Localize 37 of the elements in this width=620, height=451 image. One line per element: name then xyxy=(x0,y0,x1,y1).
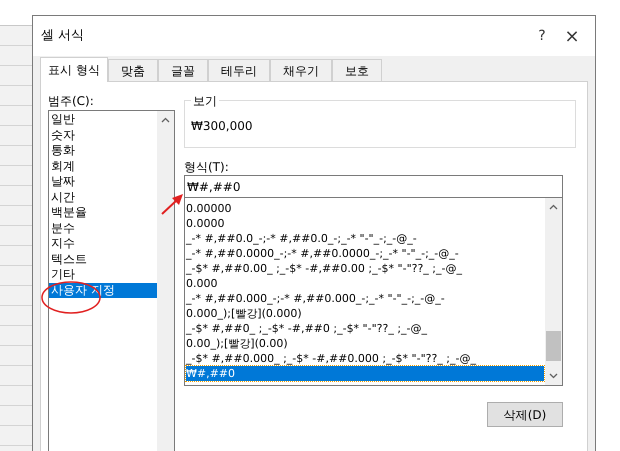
category-item[interactable]: 숫자 xyxy=(49,128,157,143)
category-item[interactable]: 지수 xyxy=(49,236,157,252)
format-label: 형식(T): xyxy=(184,159,230,175)
category-item[interactable]: 날짜 xyxy=(49,174,157,190)
category-item[interactable]: 회계 xyxy=(49,158,157,174)
format-item[interactable]: _-$* #,##0.000_ ;_-$* -#,##0.000 ;_-$* "-"??_ ;_-@_ xyxy=(186,351,544,366)
format-item[interactable]: 0.0000 xyxy=(186,216,544,231)
tab[interactable]: 글꼴 xyxy=(158,59,208,81)
close-button[interactable]: × xyxy=(557,22,587,50)
preview-value: ₩300,000 xyxy=(191,118,252,135)
format-item[interactable]: 0.000 xyxy=(186,276,544,291)
category-label: 범주(C): xyxy=(48,93,95,110)
format-item[interactable]: _-* #,##0.0_-;-* #,##0.0_-;_-* "-"_-;_-@_- xyxy=(186,231,544,246)
format-item[interactable]: 0.000_);[빨강](0.000) xyxy=(186,306,544,321)
tab[interactable]: 보호 xyxy=(332,59,382,81)
format-item[interactable]: 0.00_);[빨강](0.00) xyxy=(186,336,544,351)
tab[interactable]: 채우기 xyxy=(270,59,332,81)
help-button[interactable]: ? xyxy=(527,26,557,46)
format-input[interactable]: ₩#,##0 xyxy=(184,175,563,198)
format-item[interactable]: ₩#,##0 xyxy=(186,366,544,381)
format-item[interactable]: _-* #,##0.0000_-;-* #,##0.0000_-;_-* "-"_-;_-@_- xyxy=(186,246,544,261)
category-item[interactable]: 일반 xyxy=(49,112,157,128)
format-item[interactable]: 0.00000 xyxy=(186,201,544,216)
category-item[interactable]: 기타 xyxy=(49,267,157,282)
tab[interactable]: 표시 형식 xyxy=(40,57,108,82)
category-item[interactable]: 시간 xyxy=(49,190,157,205)
dialog-title: 셀 서식 xyxy=(41,27,84,46)
format-item[interactable]: _-$* #,##0_ ;_-$* -#,##0 ;_-$* "-"??_ ;_-@_ xyxy=(186,321,544,336)
format-item[interactable]: _-$* #,##0.00_ ;_-$* -#,##0.00 ;_-$* "-"??_ ;_-@_ xyxy=(186,261,544,276)
category-item[interactable]: 텍스트 xyxy=(49,252,157,267)
tab[interactable]: 테두리 xyxy=(208,59,270,81)
category-item[interactable]: 백분율 xyxy=(49,205,157,220)
category-item[interactable]: 분수 xyxy=(49,220,157,236)
format-item[interactable]: _-* #,##0.000_-;-* #,##0.000_-;_-* "-"_-;_-@_- xyxy=(186,291,544,306)
tab[interactable]: 맞춤 xyxy=(108,59,158,81)
delete-button[interactable]: 삭제(D) xyxy=(487,402,563,427)
category-item[interactable]: 통화 xyxy=(49,143,157,158)
